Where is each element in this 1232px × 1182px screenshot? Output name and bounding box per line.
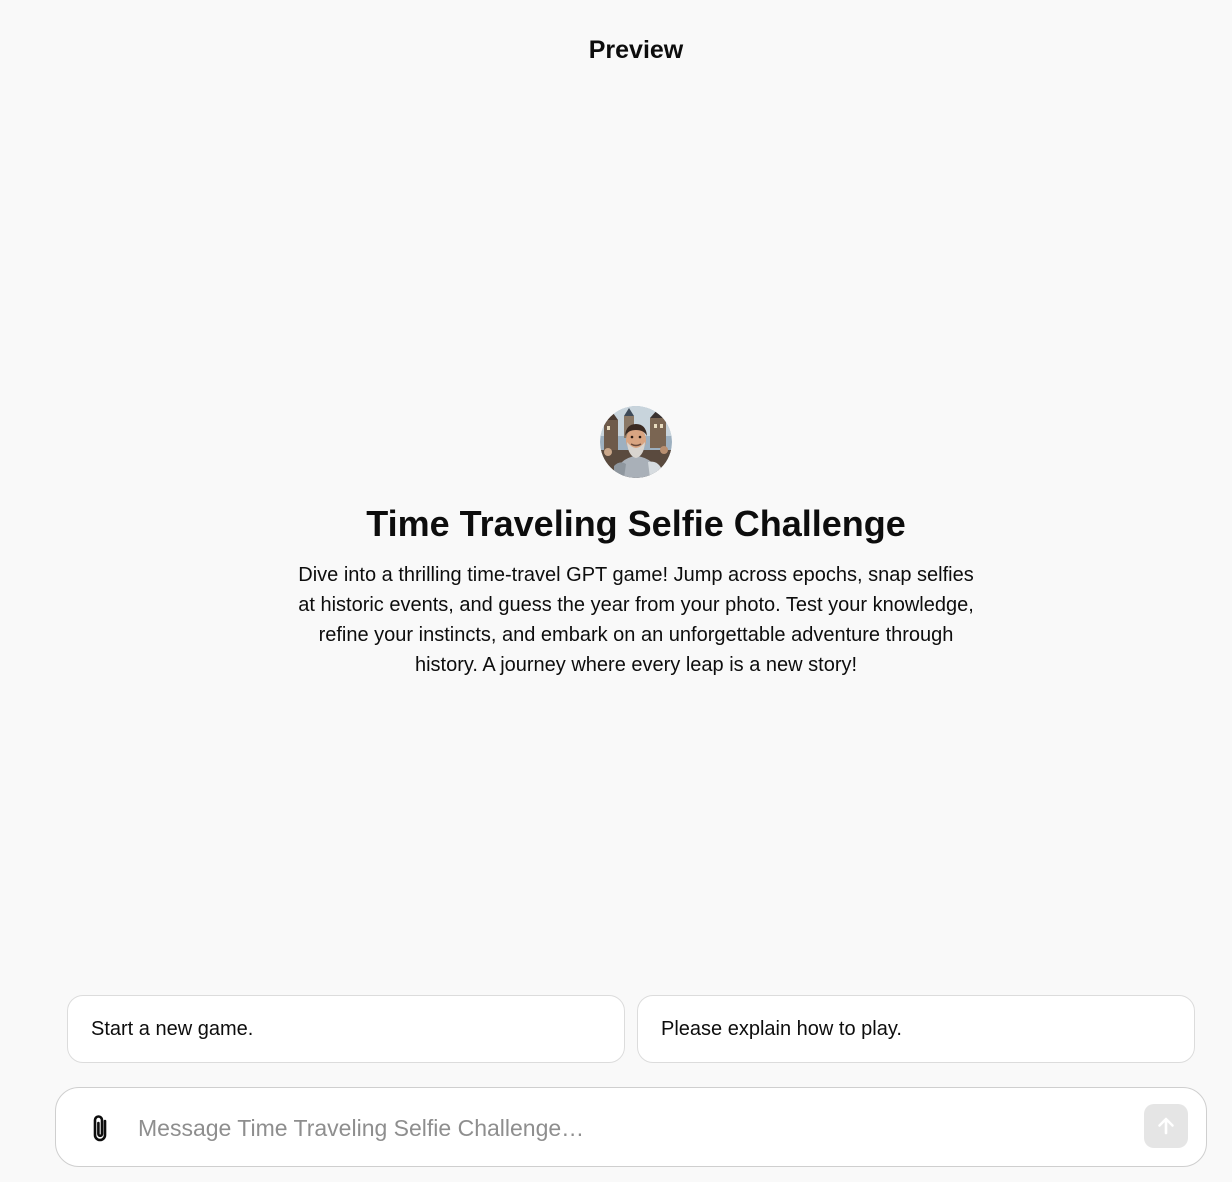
starter-explain-how-to-play[interactable]: Please explain how to play. bbox=[637, 995, 1195, 1063]
gpt-intro: Time Traveling Selfie Challenge Dive int… bbox=[0, 406, 1232, 680]
preview-page: Preview Time Traveling Selfie Challenge … bbox=[0, 0, 1232, 1182]
gpt-description: Dive into a thrilling time-travel GPT ga… bbox=[298, 564, 974, 676]
starter-label: Start a new game. bbox=[91, 1017, 254, 1040]
starter-label: Please explain how to play. bbox=[661, 1017, 902, 1040]
arrow-up-icon bbox=[1158, 1117, 1174, 1135]
page-title: Preview bbox=[588, 36, 684, 64]
send-button[interactable] bbox=[1144, 1104, 1188, 1148]
message-composer bbox=[55, 1087, 1207, 1167]
message-input[interactable] bbox=[138, 1110, 1128, 1146]
knight-selfie-avatar-icon bbox=[600, 406, 672, 478]
starter-start-new-game[interactable]: Start a new game. bbox=[67, 995, 625, 1063]
conversation-starters: Start a new game. Please explain how to … bbox=[67, 995, 1195, 1063]
gpt-name: Time Traveling Selfie Challenge bbox=[366, 503, 906, 544]
gpt-avatar bbox=[600, 406, 672, 478]
attach-button[interactable] bbox=[84, 1112, 116, 1144]
paperclip-icon bbox=[93, 1115, 107, 1142]
